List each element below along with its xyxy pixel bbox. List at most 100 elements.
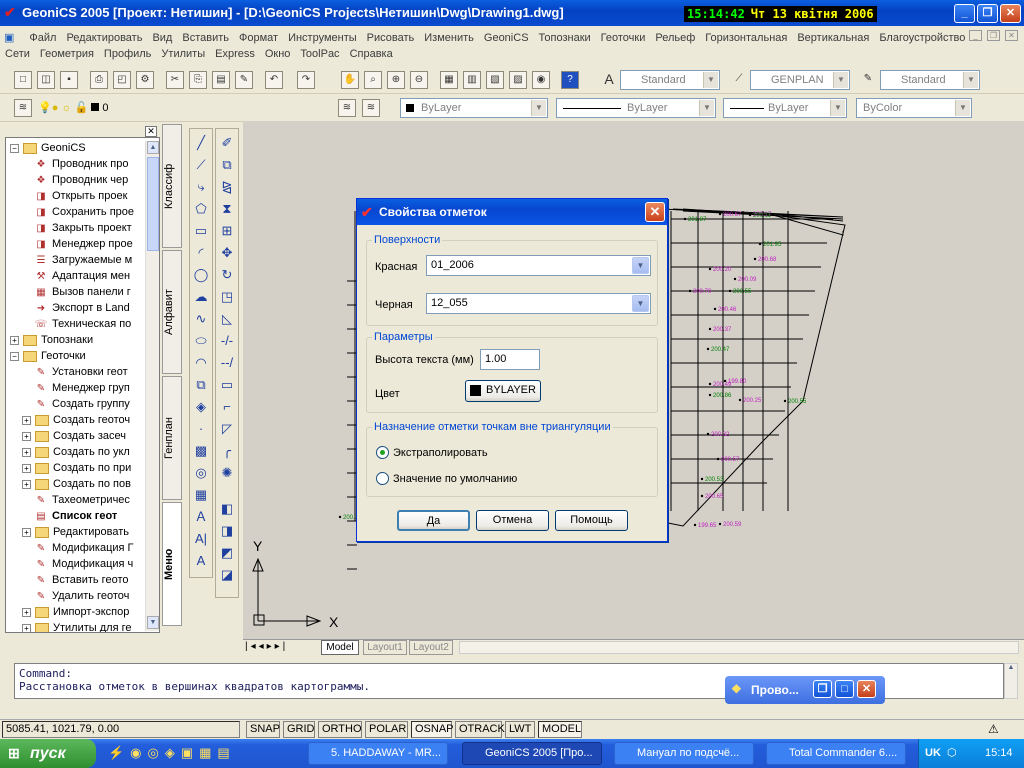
scroll-down-icon[interactable]: ▼ [147,616,159,629]
pan-icon[interactable]: ✋ [341,71,359,89]
match-properties-icon[interactable]: ✎ [235,71,253,89]
explode-icon[interactable]: ✺ [217,463,237,483]
preview-icon[interactable]: ◰ [113,71,131,89]
lineweight-select[interactable]: ByLayer ▼ [723,98,847,118]
table-icon[interactable]: ▦ [191,485,211,505]
extrapolate-radio[interactable] [376,446,389,459]
mirror-icon[interactable]: ⧎ [217,177,237,197]
draworder-above-icon[interactable]: ◩ [217,543,237,563]
tree-item[interactable]: ✎ Модификация ч [34,556,133,572]
tree-item[interactable]: ⚒ Адаптация мен [34,268,131,284]
tree-item[interactable]: + Создать засеч [22,428,126,444]
layer-select[interactable]: 💡● ☼ 🔓 0 [38,98,338,118]
sheet-set-icon[interactable]: ▨ [509,71,527,89]
tree-item[interactable]: − Геоточки [10,348,86,364]
menu_row1-item-6[interactable]: Рисовать [362,29,420,44]
tree-item[interactable]: + Утилиты для ге [22,620,131,632]
menu_row1-item-9[interactable]: Топознаки [534,29,596,44]
status-toggle-osnap[interactable]: OSNAP [411,721,454,738]
tree-item[interactable]: + Редактировать [22,524,129,540]
tree-item[interactable]: ◨ Открыть проек [34,188,127,204]
menu_row1-item-4[interactable]: Формат [234,29,283,44]
expand-icon[interactable]: + [22,607,31,617]
panel-close-icon[interactable]: ✕ [145,126,157,137]
tree-item[interactable]: ✎ Удалить геоточ [34,588,130,604]
minimize-button[interactable]: _ [954,4,975,23]
ellipse-icon[interactable]: ⬭ [191,331,211,351]
text-icon[interactable]: A| [191,529,211,549]
tree-item[interactable]: ➜ Экспорт в Land [34,300,130,316]
expand-icon[interactable]: + [22,463,31,473]
doc-minimize-button[interactable]: _ [969,30,982,41]
extend-icon[interactable]: --/ [217,353,237,373]
tree-item[interactable]: + Создать по укл [22,444,130,460]
tree-scrollbar[interactable]: ▲ ▼ [145,141,159,631]
draworder-front-icon[interactable]: ◧ [217,499,237,519]
menu_row2-item-3[interactable]: Утилиты [156,45,210,60]
point-icon[interactable]: · [191,419,211,439]
undo-icon[interactable]: ↶ [265,71,283,89]
menu_row2-item-5[interactable]: Окно [260,45,296,60]
tray-settings-icon[interactable]: ⚠ [988,722,999,736]
dim-style-select[interactable]: GENPLAN ▼ [750,70,850,90]
zoom-window-icon[interactable]: ⊕ [387,71,405,89]
menu_row1-item-14[interactable]: Благоустройство [874,29,970,44]
tree-item[interactable]: ▤ Список геот [34,508,117,524]
command-scrollbar[interactable]: ▲ [1004,663,1018,699]
float-restore-button[interactable]: ❐ [813,680,832,698]
tree-item[interactable]: + Топознаки [10,332,93,348]
language-indicator[interactable]: UK [925,739,941,768]
save-icon[interactable]: ▪ [60,71,78,89]
draworder-back-icon[interactable]: ◨ [217,521,237,541]
spline-icon[interactable]: ∿ [191,309,211,329]
menu_row1-item-3[interactable]: Вставить [177,29,234,44]
tab-model[interactable]: Model [321,640,359,655]
doc-close-button[interactable]: ✕ [1005,30,1018,41]
black-surface-select[interactable]: 12_055 ▼ [426,293,651,314]
hatch-icon[interactable]: ▩ [191,441,211,461]
plotstyle-select[interactable]: ByColor ▼ [856,98,972,118]
tree-item[interactable]: + Создать по при [22,460,131,476]
color-button[interactable]: BYLAYER [465,380,541,402]
scale-icon[interactable]: ◳ [217,287,237,307]
floating-explorer-window[interactable]: ❖ Прово... ❐ □ ✕ [725,676,885,704]
rotate-icon[interactable]: ↻ [217,265,237,285]
make-current-layer-icon[interactable]: ≋ [338,99,356,117]
tab-alphabet[interactable]: Алфавит [162,250,182,374]
tab-layout1[interactable]: Layout1 [363,640,407,655]
menu_row1-item-8[interactable]: GeoniCS [479,29,534,44]
menu_row2-item-2[interactable]: Профиль [99,45,157,60]
make-block-icon[interactable]: ◈ [191,397,211,417]
menu_row2-item-0[interactable]: Сети [0,45,35,60]
status-toggle-model[interactable]: MODEL [538,721,582,738]
print-icon[interactable]: ⎙ [90,71,108,89]
mtext-icon[interactable]: Ａ [191,507,211,527]
status-toggle-grid[interactable]: GRID [283,721,315,738]
task-haddaway[interactable]: 5. HADDAWAY - MR... [308,742,448,765]
menu_row2-item-7[interactable]: Справка [345,45,398,60]
expand-icon[interactable]: + [22,447,31,457]
publish-icon[interactable]: ⚙ [136,71,154,89]
menu_row1-item-5[interactable]: Инструменты [283,29,362,44]
construction-line-icon[interactable]: ⟋ [191,155,211,175]
expand-icon[interactable]: + [10,335,19,345]
redo-icon[interactable]: ↷ [297,71,315,89]
task-totalcmd[interactable]: Total Commander 6.... [766,742,906,765]
horizontal-scrollbar[interactable] [459,641,1019,654]
doc-restore-button[interactable]: ❐ [987,30,1000,41]
scroll-thumb[interactable] [147,157,159,251]
tree-item[interactable]: ◨ Сохранить прое [34,204,134,220]
region-icon[interactable]: ◎ [191,463,211,483]
doc-menu-icon[interactable]: ▣ [0,28,19,44]
offset-icon[interactable]: ⧗ [217,199,237,219]
ok-button[interactable]: Да [397,510,470,531]
tray-app-icon[interactable]: ⬡ [947,739,957,768]
tree-item[interactable]: ◨ Закрыть проект [34,220,131,236]
tab-layout2[interactable]: Layout2 [409,640,453,655]
menu_row1-item-11[interactable]: Рельеф [650,29,700,44]
menu_row1-item-0[interactable]: Файл [24,29,61,44]
layer-manager-icon[interactable]: ≋ [14,99,32,117]
tree-item[interactable]: ◨ Менеджер прое [34,236,132,252]
restore-button[interactable]: ❐ [977,4,998,23]
tree-item[interactable]: − GeoniCS [10,140,86,156]
